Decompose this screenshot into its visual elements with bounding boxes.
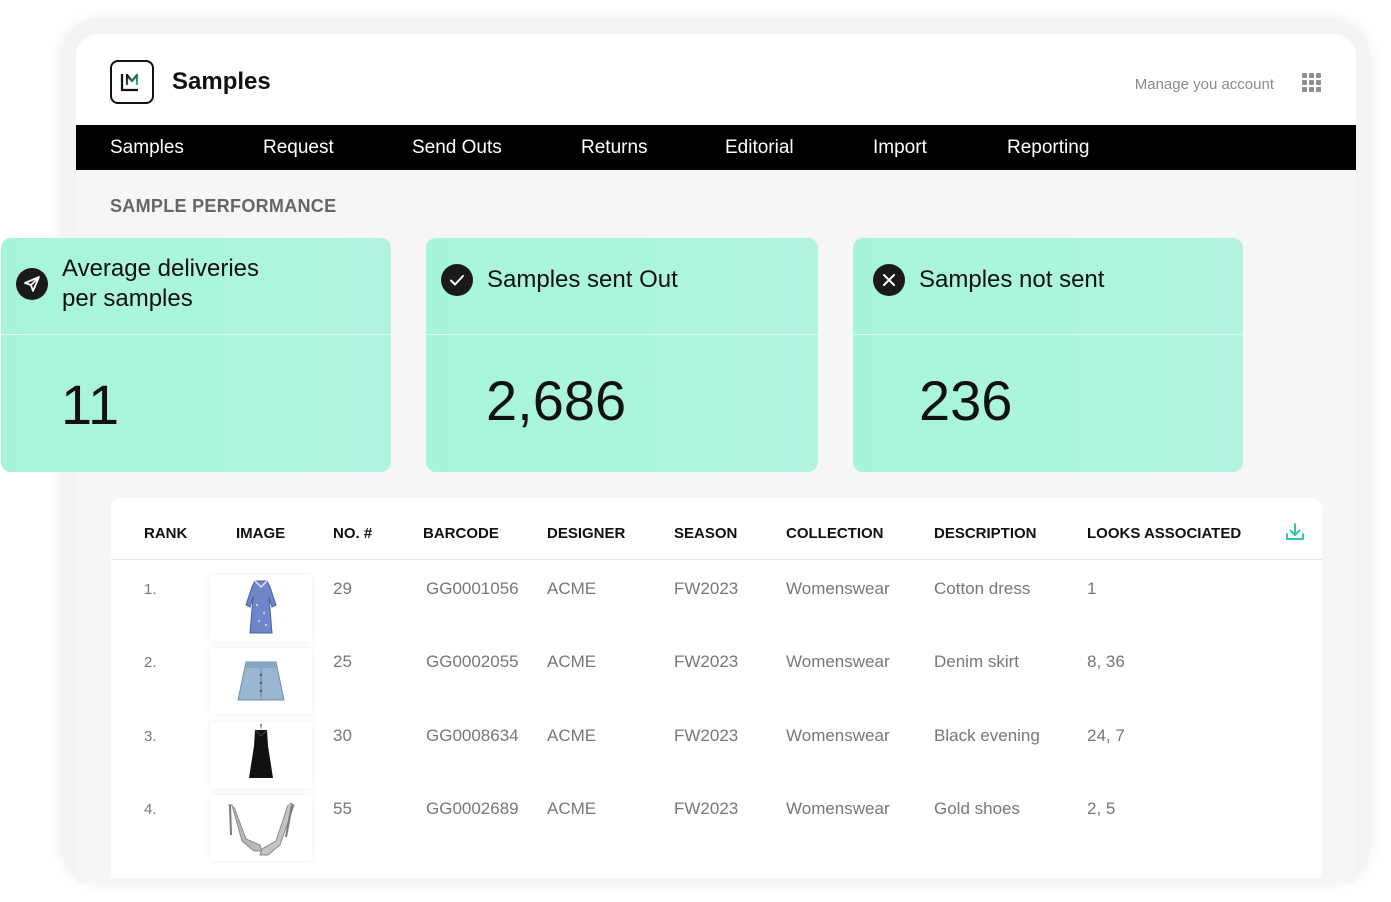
nav-editorial[interactable]: Editorial <box>725 137 794 159</box>
check-circle-icon <box>441 264 473 296</box>
paper-plane-icon <box>16 268 48 300</box>
main-nav: Samples Request Send Outs Returns Editor… <box>76 125 1356 170</box>
stat-card-average-deliveries: Average deliveries per samples 11 <box>1 238 391 472</box>
app-title: Samples <box>172 68 271 95</box>
evening-dress-icon[interactable] <box>210 722 312 788</box>
cell-collection: Womenswear <box>786 579 890 598</box>
cell-no: 55 <box>333 799 352 818</box>
cell-description: Denim skirt <box>934 652 1020 671</box>
nav-returns[interactable]: Returns <box>581 137 648 159</box>
stat-card-samples-not-sent: Samples not sent 236 <box>853 238 1243 472</box>
cell-rank: 4. <box>144 801 157 818</box>
x-circle-icon <box>873 264 905 296</box>
nav-samples[interactable]: Samples <box>110 137 184 159</box>
cell-no: 30 <box>333 726 352 745</box>
nav-request[interactable]: Request <box>263 137 334 159</box>
section-title: SAMPLE PERFORMANCE <box>110 196 337 216</box>
dress-icon[interactable] <box>210 575 312 641</box>
cell-description: Cotton dress <box>934 579 1031 598</box>
nav-import[interactable]: Import <box>873 137 927 159</box>
cell-description: Gold shoes <box>934 799 1020 818</box>
cell-barcode: GG0002055 <box>426 652 519 671</box>
performance-table: RANK IMAGE NO. # BARCODE DESIGNER SEASON… <box>111 498 1322 878</box>
cell-looks: 2, 5 <box>1087 799 1116 818</box>
cell-barcode: GG0002689 <box>426 799 519 818</box>
column-header-no[interactable]: NO. # <box>333 525 372 542</box>
cell-description: Black evening <box>934 726 1040 745</box>
cell-designer: ACME <box>547 726 597 745</box>
cell-designer: ACME <box>547 799 597 818</box>
cell-looks: 24, 7 <box>1087 726 1125 745</box>
stat-card-samples-sent-out: Samples sent Out 2,686 <box>426 238 818 472</box>
cell-collection: Womenswear <box>786 652 890 671</box>
logo-icon[interactable] <box>110 60 154 104</box>
nav-reporting[interactable]: Reporting <box>1007 137 1089 159</box>
cell-rank: 2. <box>144 654 157 671</box>
stat-value: 236 <box>919 369 1013 432</box>
stat-value: 11 <box>61 373 120 436</box>
cell-season: FW2023 <box>674 726 739 745</box>
column-header-looks-associated[interactable]: LOOKS ASSOCIATED <box>1087 525 1241 542</box>
shoes-icon[interactable] <box>210 795 312 861</box>
column-header-description[interactable]: DESCRIPTION <box>934 525 1037 542</box>
cell-collection: Womenswear <box>786 799 890 818</box>
cell-rank: 1. <box>144 581 157 598</box>
cell-season: FW2023 <box>674 799 739 818</box>
column-header-collection[interactable]: COLLECTION <box>786 525 884 542</box>
cell-no: 25 <box>333 652 352 671</box>
cell-collection: Womenswear <box>786 726 890 745</box>
manage-account-link[interactable]: Manage you account <box>1135 76 1274 93</box>
nav-send-outs[interactable]: Send Outs <box>412 137 502 159</box>
cell-barcode: GG0008634 <box>426 726 519 745</box>
column-header-barcode[interactable]: BARCODE <box>423 525 499 542</box>
stat-label: Samples not sent <box>919 266 1105 293</box>
header: Samples Manage you account <box>76 34 1356 125</box>
stat-value: 2,686 <box>486 369 627 432</box>
cell-designer: ACME <box>547 652 597 671</box>
cell-rank: 3. <box>144 728 157 745</box>
column-header-image[interactable]: IMAGE <box>236 525 285 542</box>
column-header-season[interactable]: SEASON <box>674 525 737 542</box>
cell-looks: 1 <box>1087 579 1097 598</box>
download-icon[interactable] <box>1283 520 1307 544</box>
cell-barcode: GG0001056 <box>426 579 519 598</box>
stat-label: Average deliveries per samples <box>62 255 260 312</box>
cell-designer: ACME <box>547 579 597 598</box>
apps-grid-icon[interactable] <box>1302 73 1322 93</box>
column-header-rank[interactable]: RANK <box>144 525 187 542</box>
cell-looks: 8, 36 <box>1087 652 1125 671</box>
stat-label: Samples sent Out <box>487 266 678 293</box>
skirt-icon[interactable] <box>210 648 312 714</box>
cell-season: FW2023 <box>674 579 739 598</box>
column-header-designer[interactable]: DESIGNER <box>547 525 625 542</box>
cell-season: FW2023 <box>674 652 739 671</box>
cell-no: 29 <box>333 579 352 598</box>
